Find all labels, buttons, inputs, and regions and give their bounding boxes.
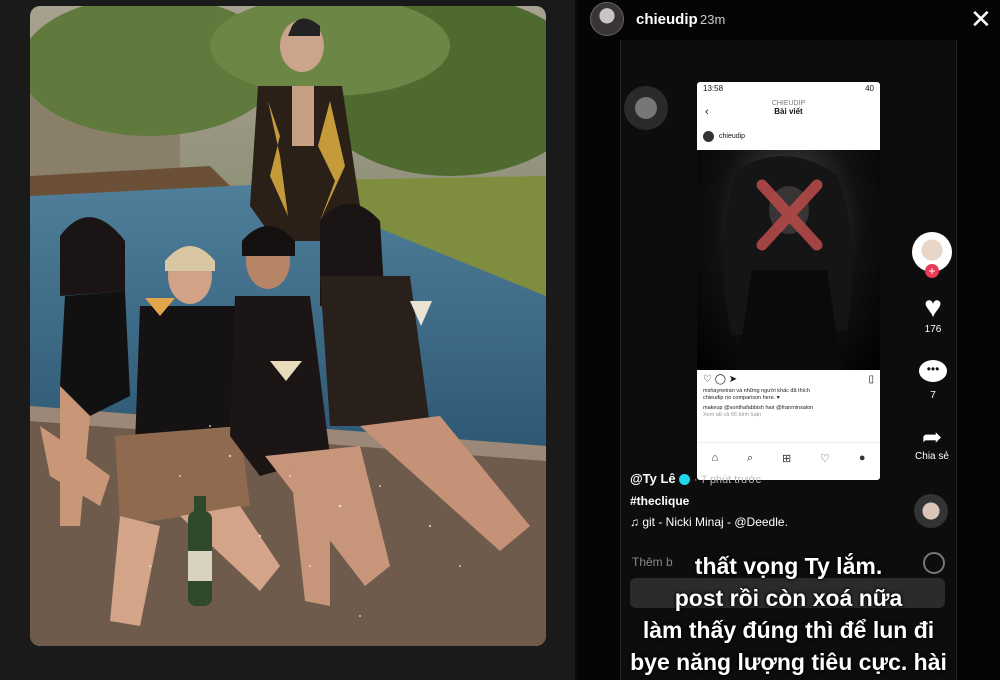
comment-count: 7 (930, 390, 936, 401)
story-avatar[interactable] (590, 2, 624, 36)
left-photo-panel (0, 0, 575, 680)
ig-likes-text: mshaynetran và những người khác đã thích (703, 388, 810, 394)
follow-plus-icon: + (925, 264, 939, 278)
story-header: chieudip 23m ✕ (590, 2, 992, 38)
share-arrow-icon: ➦ (921, 424, 943, 451)
ig-status-battery: 40 (865, 84, 874, 93)
add-icon: ⊞ (782, 452, 792, 465)
ig-post-username: chieudip (719, 132, 746, 140)
music-disc[interactable] (914, 494, 948, 528)
back-arrow-icon: ‹ (705, 106, 709, 118)
instagram-post-screenshot: 13:58 40 ‹ CHIEUDIP Bài viết chieudip ♡ … (697, 82, 880, 480)
story-timestamp: 23m (700, 12, 726, 27)
comment-button[interactable]: ••• 7 (913, 360, 953, 401)
story-caption-line-4: bye năng lượng tiêu cực. hài (630, 649, 947, 675)
tiktok-music-row: ♫ git - Nicki Minaj - @Deedle. (630, 515, 788, 529)
ig-caption: chieudip no comparison here. ♥ (703, 395, 780, 401)
ig-bottom-nav: ⌂ ⌕ ⊞ ♡ ● (697, 442, 880, 473)
share-button[interactable]: ➦ Chia sẻ (906, 424, 958, 463)
home-icon: ⌂ (711, 452, 719, 464)
ig-header: ‹ CHIEUDIP Bài viết (697, 100, 880, 125)
ig-post-text: mshaynetran và những người khác đã thích… (703, 388, 875, 419)
ig-comments-link: Xem tất cả 66 bình luận (703, 412, 762, 418)
tiktok-post-time: · 7 phút trước (693, 474, 762, 486)
ig-header-title: Bài viết (774, 107, 803, 116)
crossed-out-photo (723, 156, 853, 370)
tiktok-hashtag[interactable]: #theclique (630, 494, 689, 508)
assistive-touch-icon (624, 86, 668, 130)
story-caption-line-1: thất vọng Ty lắm. (694, 553, 883, 579)
ig-status-bar: 13:58 40 (697, 82, 880, 100)
search-icon: ⌕ (746, 451, 754, 464)
ig-avatar (703, 130, 714, 142)
pool-photo-illustration (30, 6, 546, 646)
comment-icon: ••• (919, 360, 947, 382)
group-pool-photo (30, 6, 546, 646)
verified-icon (679, 474, 691, 486)
tiktok-music[interactable]: git - Nicki Minaj - @Deedle. (642, 515, 788, 529)
tiktok-author-row: @Ty Lê · 7 phút trước (630, 471, 761, 486)
ig-credits: makeup @sonthafabbish hair @franminsalon (703, 405, 814, 411)
ig-status-time: 13:58 (703, 84, 724, 93)
share-label: Chia sẻ (915, 451, 949, 462)
tiktok-profile-avatar[interactable]: + (912, 232, 952, 278)
story-caption-line-3: làm thấy đúng thì để lun đi (642, 617, 935, 643)
like-button[interactable]: ♥ 176 (913, 291, 953, 336)
ig-action-icons: ♡ ◯ ➤ ▯ (703, 374, 874, 385)
ig-header-username: CHIEUDIP (771, 100, 806, 107)
tiktok-author[interactable]: @Ty Lê (630, 471, 676, 486)
like-count: 176 (924, 324, 942, 335)
heart-icon: ♥ (924, 291, 942, 324)
music-note-icon: ♫ (630, 515, 643, 529)
heart-icon: ♡ (820, 452, 830, 465)
story-caption-line-2: post rồi còn xoá nữa (674, 585, 903, 611)
profile-icon: ● (858, 452, 866, 464)
story-username[interactable]: chieudip (636, 11, 698, 28)
ig-post-image (697, 150, 880, 370)
close-icon[interactable]: ✕ (970, 6, 992, 32)
ig-post-user-row: chieudip (697, 125, 880, 147)
